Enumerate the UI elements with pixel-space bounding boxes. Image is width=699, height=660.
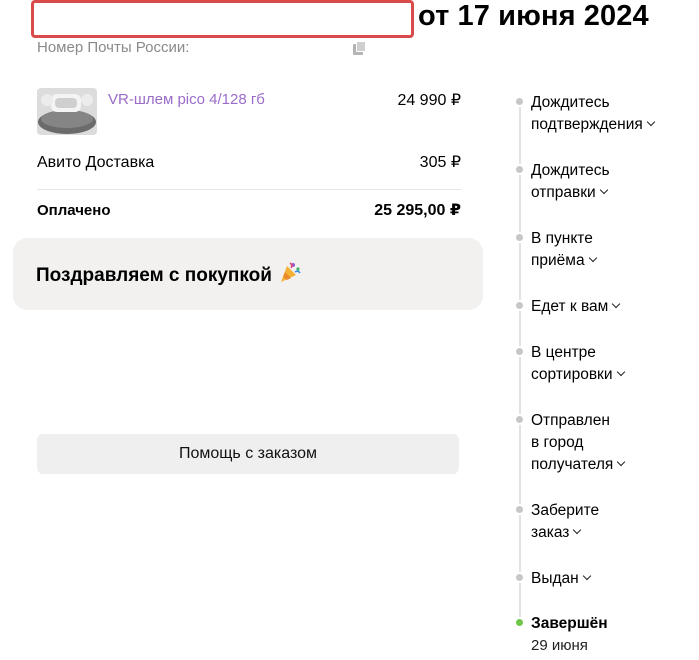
step-label: Отправлен bbox=[531, 412, 610, 429]
step-label: В центре bbox=[531, 344, 596, 361]
timeline-dot-completed bbox=[514, 617, 525, 628]
party-popper-icon bbox=[278, 260, 302, 292]
step-label: Дождитесь bbox=[531, 94, 610, 111]
step-label: Едет к вам bbox=[531, 298, 609, 315]
item-price: 24 990 ₽ bbox=[397, 92, 461, 109]
paid-label: Оплачено bbox=[37, 202, 111, 219]
order-item-row: VR-шлем pico 4/128 гб 24 990 ₽ bbox=[37, 88, 461, 136]
timeline-dot bbox=[514, 414, 525, 425]
completed-date: 29 июня bbox=[531, 637, 588, 654]
item-name-link[interactable]: VR-шлем pico 4/128 гб bbox=[108, 90, 265, 110]
delivery-row: Авито Доставка 305 ₽ bbox=[37, 152, 461, 174]
step-label: заказ bbox=[531, 524, 570, 541]
congrats-message: Поздравляем с покупкой bbox=[36, 260, 302, 292]
post-number-label: Номер Почты России: bbox=[37, 39, 190, 56]
order-date-title: от 17 июня 2024 bbox=[418, 0, 649, 32]
timeline-dot bbox=[514, 504, 525, 515]
congrats-label: Поздравляем с покупкой bbox=[36, 265, 272, 286]
timeline-dot bbox=[514, 96, 525, 107]
delivery-label: Авито Доставка bbox=[37, 154, 155, 171]
step-label: в город bbox=[531, 434, 584, 451]
timeline-line bbox=[519, 100, 521, 620]
post-number-row: Номер Почты России: bbox=[37, 38, 367, 58]
copy-icon[interactable] bbox=[353, 41, 367, 55]
timeline-dot bbox=[514, 572, 525, 583]
delivery-price: 305 ₽ bbox=[419, 154, 461, 171]
step-label: подтверждения bbox=[531, 116, 643, 133]
step-label: В пункте bbox=[531, 230, 593, 247]
step-label: получателя bbox=[531, 456, 614, 473]
timeline-dot bbox=[514, 164, 525, 175]
chevron-down-icon bbox=[617, 457, 626, 467]
paid-row: Оплачено 25 295,00 ₽ bbox=[37, 200, 461, 222]
summary-divider bbox=[37, 189, 461, 190]
timeline-dot bbox=[514, 232, 525, 243]
chevron-down-icon bbox=[646, 117, 656, 127]
step-label: сортировки bbox=[531, 366, 613, 383]
chevron-down-icon bbox=[616, 367, 625, 377]
chevron-down-icon bbox=[599, 185, 608, 195]
step-label: приёма bbox=[531, 252, 585, 269]
step-label: отправки bbox=[531, 184, 596, 201]
order-help-button[interactable]: Помощь с заказом bbox=[37, 434, 459, 474]
timeline-dot bbox=[514, 300, 525, 311]
redacted-title-box bbox=[31, 0, 414, 38]
chevron-down-icon bbox=[588, 253, 597, 263]
chevron-down-icon bbox=[573, 525, 582, 535]
chevron-down-icon bbox=[612, 299, 621, 309]
paid-total: 25 295,00 ₽ bbox=[374, 202, 461, 219]
chevron-down-icon bbox=[582, 571, 591, 581]
congrats-card: Поздравляем с покупкой bbox=[13, 238, 483, 310]
step-label: Выдан bbox=[531, 570, 579, 587]
step-label: Заберите bbox=[531, 502, 600, 519]
step-label: Дождитесь bbox=[531, 162, 610, 179]
step-label: Завершён bbox=[531, 615, 608, 632]
timeline-dot bbox=[514, 346, 525, 357]
item-thumbnail[interactable] bbox=[37, 88, 97, 135]
vr-headset-image bbox=[37, 88, 97, 135]
